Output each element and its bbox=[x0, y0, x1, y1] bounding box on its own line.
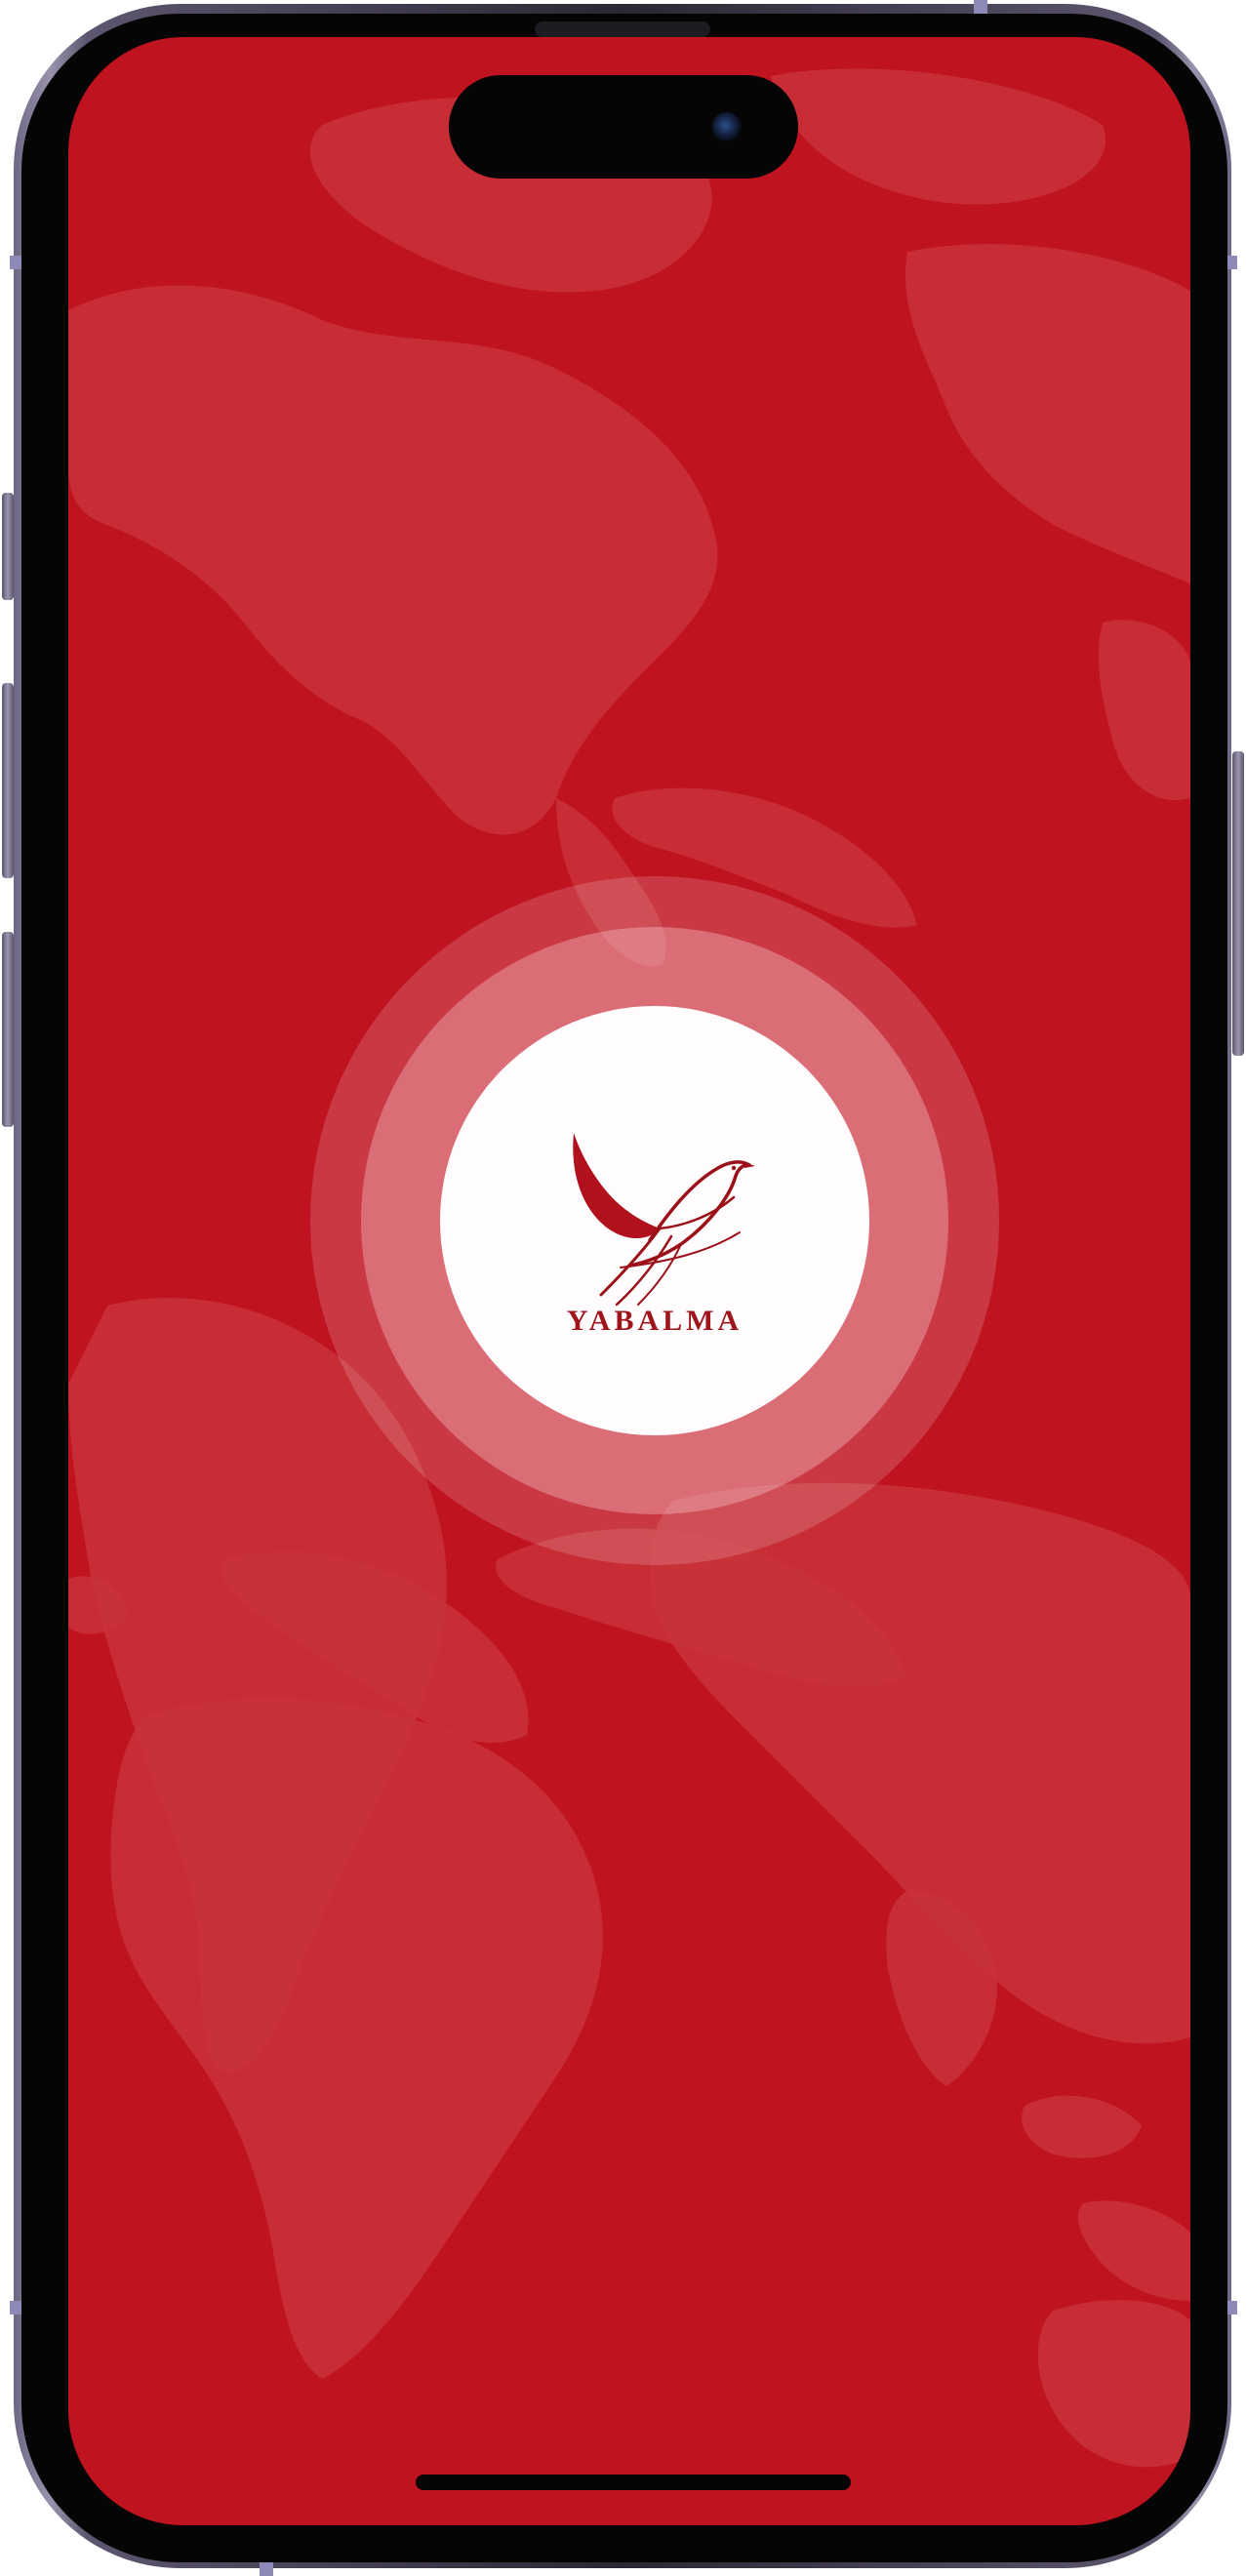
volume-down-button bbox=[2, 932, 14, 1127]
brand-name: YABALMA bbox=[566, 1305, 744, 1337]
corner-mark bbox=[260, 2562, 273, 2576]
silent-switch bbox=[2, 493, 14, 600]
front-camera-icon bbox=[712, 112, 742, 141]
splash-screen[interactable]: YABALMA bbox=[68, 37, 1190, 2525]
earpiece-speaker bbox=[535, 21, 710, 37]
volume-up-button bbox=[2, 683, 14, 878]
dynamic-island bbox=[449, 75, 798, 179]
corner-mark bbox=[974, 0, 987, 14]
app-logo: YABALMA bbox=[440, 1006, 869, 1435]
home-indicator[interactable] bbox=[416, 2475, 851, 2490]
power-button bbox=[1232, 751, 1244, 1056]
bird-logo-icon bbox=[573, 1133, 755, 1307]
device-screenshot: YABALMA bbox=[0, 0, 1246, 2576]
